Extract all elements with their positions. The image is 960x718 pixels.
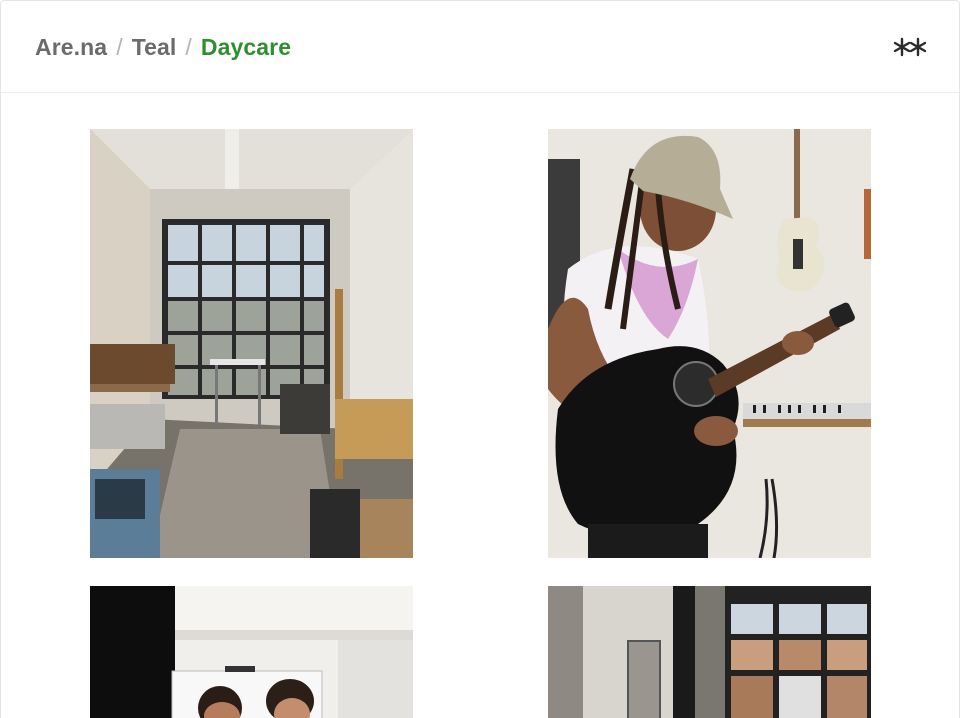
block-image-studio-workshop[interactable]	[90, 129, 413, 558]
channel-header: Are.na / Teal / Daycare	[1, 1, 959, 93]
breadcrumb-separator: /	[185, 34, 192, 60]
breadcrumb-arena-link[interactable]: Are.na	[35, 34, 107, 61]
breadcrumb: Are.na / Teal / Daycare	[35, 34, 291, 61]
two-people-in-studio-photo	[90, 586, 413, 718]
channel-page: Are.na / Teal / Daycare	[0, 0, 960, 718]
breadcrumb-channel-daycare[interactable]: Daycare	[201, 34, 291, 61]
person-playing-acoustic-guitar-photo	[548, 129, 871, 558]
studio-window-photo	[548, 586, 871, 718]
arena-logo-icon[interactable]	[893, 37, 927, 57]
breadcrumb-teal-link[interactable]: Teal	[132, 34, 177, 61]
block-image-studio-window[interactable]	[548, 586, 871, 718]
block-image-guitarist[interactable]	[548, 129, 871, 558]
block-image-two-people[interactable]	[90, 586, 413, 718]
studio-workshop-photo	[90, 129, 413, 558]
breadcrumb-separator: /	[116, 34, 123, 60]
